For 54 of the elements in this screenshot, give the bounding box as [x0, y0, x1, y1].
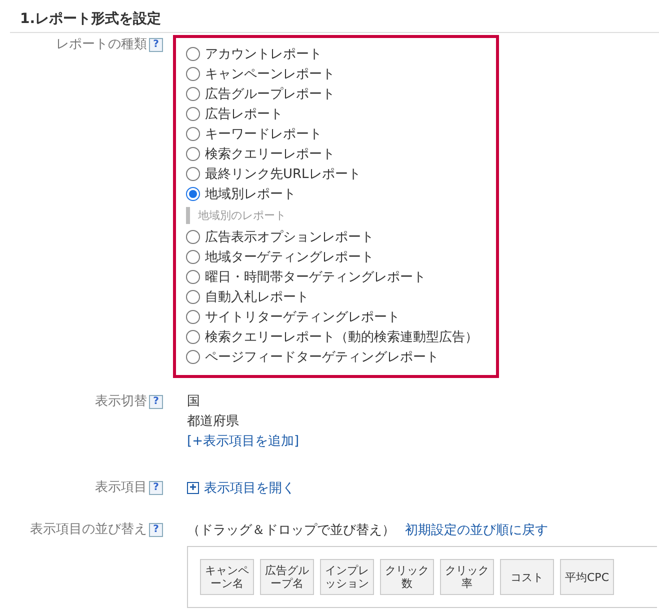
radio-label[interactable]: 地域別レポート [205, 185, 296, 203]
reset-order-link[interactable]: 初期設定の並び順に戻す [405, 521, 548, 539]
radio-label[interactable]: 曜日・時間帯ターゲティングレポート [205, 268, 426, 286]
open-items-link[interactable]: 表示項目を開く [204, 479, 295, 497]
radio-label[interactable]: ページフィードターゲティングレポート [205, 348, 439, 366]
radio-label[interactable]: キーワードレポート [205, 125, 322, 143]
radio-button[interactable] [186, 330, 200, 344]
section-title: 1.レポート形式を設定 [10, 0, 659, 33]
radio-button[interactable] [186, 67, 200, 81]
column-chip[interactable]: 広告グループ名 [260, 559, 314, 595]
radio-button[interactable] [186, 270, 200, 284]
field-label: 表示切替 [95, 393, 147, 410]
radio-label[interactable]: 自動入札レポート [205, 288, 309, 306]
dimension-item: 都道府県 [187, 413, 240, 431]
radio-label[interactable]: 広告レポート [205, 105, 283, 123]
radio-button[interactable] [186, 167, 200, 181]
radio-button[interactable] [186, 187, 200, 201]
radio-button[interactable] [186, 47, 200, 61]
drag-hint: （ドラッグ＆ドロップで並び替え） [187, 522, 395, 539]
radio-label[interactable]: 最終リンク先URLレポート [205, 165, 361, 183]
column-chip[interactable]: クリック率 [440, 559, 494, 595]
help-icon[interactable]: ? [149, 395, 163, 409]
help-icon[interactable]: ? [149, 523, 163, 537]
radio-label[interactable]: 検索クエリーレポート（動的検索連動型広告） [205, 328, 478, 346]
radio-label[interactable]: 広告表示オプションレポート [205, 228, 374, 246]
column-chip[interactable]: クリック数 [380, 559, 434, 595]
radio-button[interactable] [186, 127, 200, 141]
field-label: 表示項目 [95, 479, 147, 496]
radio-label[interactable]: 地域ターゲティングレポート [205, 248, 374, 266]
radio-button[interactable] [186, 87, 200, 101]
expand-icon[interactable] [187, 482, 199, 494]
field-label: 表示項目の並び替え [30, 521, 147, 538]
radio-label[interactable]: アカウントレポート [205, 45, 322, 63]
radio-label[interactable]: サイトリターゲティングレポート [205, 308, 400, 326]
dimension-item: 国 [187, 393, 201, 411]
radio-button[interactable] [186, 107, 200, 121]
radio-label[interactable]: キャンペーンレポート [205, 65, 335, 83]
column-chip[interactable]: 平均CPC [560, 559, 614, 595]
help-icon[interactable]: ? [149, 38, 163, 52]
field-label: レポートの種類 [56, 36, 147, 53]
radio-button[interactable] [186, 290, 200, 304]
column-chip[interactable]: インプレッション [320, 559, 374, 595]
radio-button[interactable] [186, 230, 200, 244]
column-chip[interactable]: キャンペーン名 [200, 559, 254, 595]
group-label: 地域別のレポート [186, 207, 496, 224]
radio-button[interactable] [186, 310, 200, 324]
radio-button[interactable] [186, 350, 200, 364]
radio-label[interactable]: 検索クエリーレポート [205, 145, 335, 163]
add-item-link[interactable]: [+表示項目を追加] [187, 434, 300, 449]
radio-button[interactable] [186, 147, 200, 161]
radio-label[interactable]: 広告グループレポート [205, 85, 335, 103]
help-icon[interactable]: ? [149, 481, 163, 495]
radio-button[interactable] [186, 250, 200, 264]
column-chip[interactable]: コスト [500, 559, 554, 595]
